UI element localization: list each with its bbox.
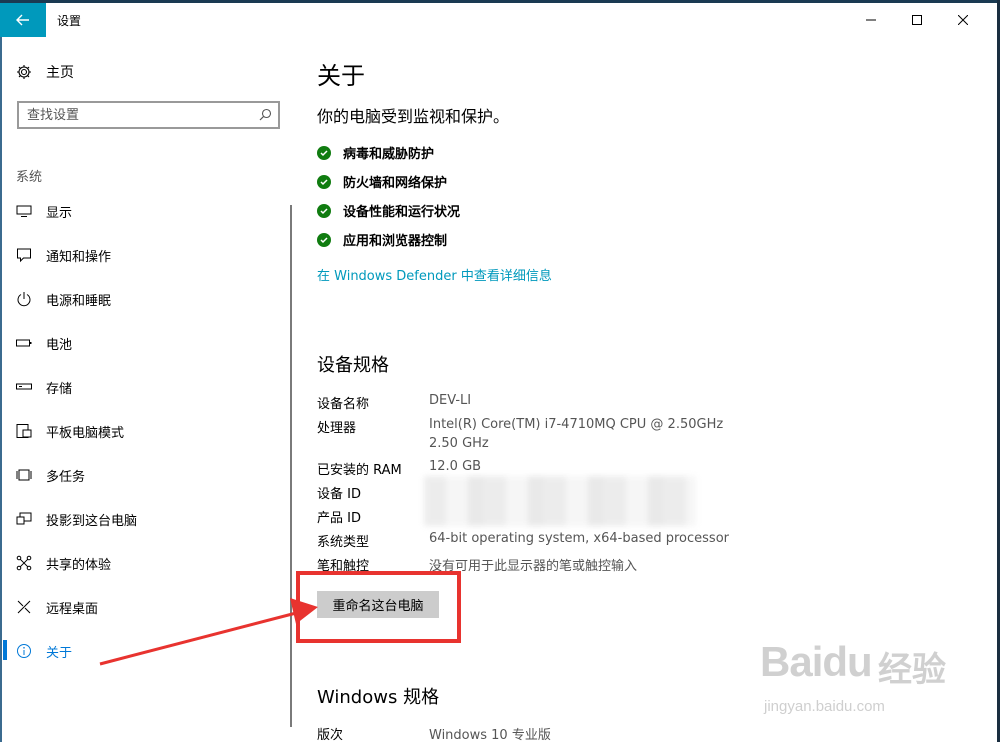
watermark-url: jingyan.baidu.com: [764, 698, 885, 715]
notification-icon: [16, 247, 32, 263]
watermark-brand-cn: 经验: [878, 650, 946, 690]
sidebar-item-multitasking[interactable]: 多任务: [16, 465, 85, 485]
display-icon: [16, 203, 32, 219]
active-indicator: [3, 640, 7, 660]
sidebar-item-shared-experiences[interactable]: 共享的体验: [16, 553, 111, 573]
sidebar-item-label: 平板电脑模式: [46, 425, 125, 441]
search-icon[interactable]: [259, 108, 272, 121]
protection-item: 病毒和威胁防护: [317, 143, 434, 162]
info-icon: [16, 643, 32, 659]
spec-label-device-name: 设备名称: [317, 397, 370, 412]
close-button[interactable]: [940, 3, 986, 37]
spec-label-system-type: 系统类型: [317, 535, 370, 550]
spec-value-system-type: 64-bit operating system, x64-based proce…: [429, 531, 729, 546]
sidebar-item-label: 电池: [46, 337, 73, 353]
storage-icon: [16, 379, 32, 395]
projecting-icon: [16, 511, 32, 527]
sidebar-item-remote-desktop[interactable]: 远程桌面: [16, 597, 98, 617]
check-circle-icon: [317, 203, 331, 218]
sidebar-item-label: 存储: [46, 381, 73, 397]
battery-icon: [16, 335, 32, 351]
section-title-system: 系统: [16, 170, 43, 185]
spec-value-edition: Windows 10 专业版: [429, 728, 551, 742]
gear-icon: [17, 65, 31, 79]
spec-value-processor-speed: 2.50 GHz: [429, 436, 489, 451]
nav-home[interactable]: 主页: [16, 62, 74, 82]
windows-specs-title: Windows 规格: [317, 687, 440, 708]
protection-item: 防火墙和网络保护: [317, 172, 447, 191]
protection-item: 应用和浏览器控制: [317, 230, 447, 249]
sidebar-item-display[interactable]: 显示: [16, 201, 72, 221]
protection-label: 防火墙和网络保护: [343, 176, 448, 191]
search-box[interactable]: [17, 101, 280, 129]
sidebar-item-label: 远程桌面: [46, 601, 99, 617]
power-icon: [16, 291, 32, 307]
protection-message: 你的电脑受到监视和保护。: [317, 107, 510, 126]
sidebar-item-label: 电源和睡眠: [46, 293, 112, 309]
window-left-edge: [0, 37, 2, 742]
sidebar-item-about[interactable]: 关于: [16, 641, 72, 661]
sidebar-item-label: 显示: [46, 205, 73, 221]
sidebar-item-power[interactable]: 电源和睡眠: [16, 289, 111, 309]
minimize-button[interactable]: [848, 3, 894, 37]
spec-label-ram: 已安装的 RAM: [317, 463, 402, 478]
back-button[interactable]: [0, 3, 46, 37]
content-divider: [290, 205, 292, 727]
title-bar: 设置: [0, 3, 997, 37]
defender-details-link[interactable]: 在 Windows Defender 中查看详细信息: [317, 265, 552, 284]
spec-value-device-name: DEV-LI: [429, 393, 472, 408]
redacted-ids: [424, 476, 696, 526]
shared-experiences-icon: [16, 555, 32, 571]
sidebar-item-battery[interactable]: 电池: [16, 333, 72, 353]
protection-item: 设备性能和运行状况: [317, 201, 460, 220]
check-circle-icon: [317, 174, 331, 189]
nav-home-label: 主页: [46, 65, 74, 81]
maximize-icon: [912, 15, 922, 25]
minimize-icon: [866, 19, 876, 21]
sidebar-item-projecting[interactable]: 投影到这台电脑: [16, 509, 137, 529]
spec-label-device-id: 设备 ID: [317, 487, 361, 502]
sidebar-item-label: 多任务: [46, 469, 86, 485]
sidebar-item-label: 关于: [46, 645, 73, 661]
sidebar-item-label: 通知和操作: [46, 249, 112, 265]
spec-value-processor: Intel(R) Core(TM) i7-4710MQ CPU @ 2.50GH…: [429, 417, 724, 432]
close-icon: [958, 15, 968, 25]
check-circle-icon: [317, 145, 331, 160]
sidebar-item-tablet-mode[interactable]: 平板电脑模式: [16, 421, 124, 441]
spec-value-ram: 12.0 GB: [429, 459, 482, 474]
tablet-mode-icon: [16, 423, 32, 439]
sidebar-item-notifications[interactable]: 通知和操作: [16, 245, 111, 265]
spec-label-processor: 处理器: [317, 421, 357, 436]
protection-label: 应用和浏览器控制: [343, 234, 448, 249]
sidebar-item-label: 共享的体验: [46, 557, 112, 573]
spec-label-edition: 版次: [317, 728, 344, 742]
protection-label: 设备性能和运行状况: [343, 205, 461, 220]
search-input[interactable]: [27, 106, 247, 124]
check-circle-icon: [317, 232, 331, 247]
remote-desktop-icon: [16, 599, 32, 615]
back-arrow-icon: [16, 14, 29, 26]
device-specs-title: 设备规格: [317, 355, 389, 376]
protection-label: 病毒和威胁防护: [343, 147, 435, 162]
multitasking-icon: [16, 467, 32, 483]
page-title: 关于: [317, 62, 365, 90]
sidebar-item-storage[interactable]: 存储: [16, 377, 72, 397]
baidu-watermark: Baidu 经验 jingyan.baidu.com: [760, 638, 990, 728]
window-title: 设置: [57, 14, 82, 28]
spec-label-product-id: 产品 ID: [317, 511, 361, 526]
watermark-brand: Baidu: [760, 638, 873, 685]
sidebar-item-label: 投影到这台电脑: [46, 513, 138, 529]
rename-pc-button[interactable]: 重命名这台电脑: [317, 591, 439, 618]
maximize-button[interactable]: [894, 3, 940, 37]
